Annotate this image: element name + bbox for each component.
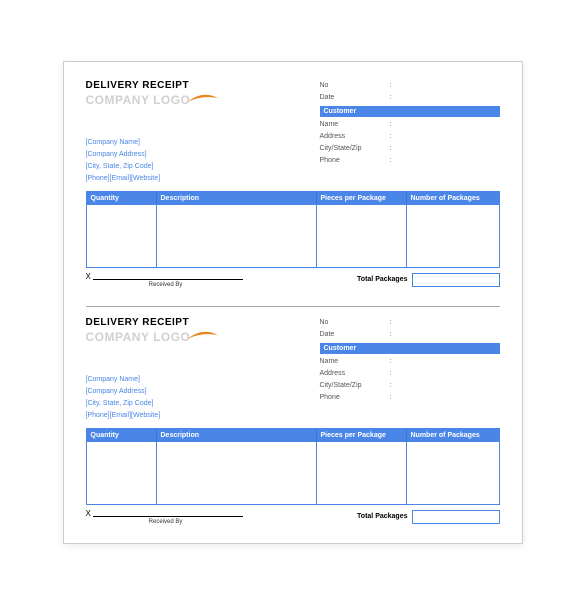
- signature-line: [93, 516, 243, 517]
- received-by-label: Received By: [86, 519, 246, 525]
- meta-phone: Phone :: [320, 392, 500, 404]
- company-logo: COMPANY LOGO: [86, 330, 221, 344]
- col-description: Description: [157, 429, 317, 442]
- meta-date: Date :: [320, 92, 500, 104]
- receipt-copy-2: DELIVERY RECEIPT COMPANY LOGO No : Date …: [86, 306, 500, 525]
- sign-x: X: [86, 272, 91, 281]
- document-page: DELIVERY RECEIPT COMPANY LOGO No : Date …: [63, 61, 523, 544]
- received-by-label: Received By: [86, 282, 246, 288]
- customer-header: Customer: [320, 106, 500, 117]
- table-header: Quantity Description Pieces per Package …: [87, 192, 499, 205]
- col-pieces: Pieces per Package: [317, 192, 407, 205]
- company-city: [City, State, Zip Code]: [86, 398, 161, 410]
- swoosh-icon: [186, 330, 220, 344]
- meta-name: Name :: [320, 119, 500, 131]
- col-quantity: Quantity: [87, 192, 157, 205]
- receipt-footer: X Received By Total Packages: [86, 272, 500, 288]
- meta-city: City/State/Zip :: [320, 380, 500, 392]
- company-name: [Company Name]: [86, 374, 161, 386]
- company-address: [Company Address]: [86, 149, 161, 161]
- meta-name: Name :: [320, 356, 500, 368]
- items-table: Quantity Description Pieces per Package …: [86, 428, 500, 505]
- company-info: [Company Name] [Company Address] [City, …: [86, 137, 161, 185]
- customer-header: Customer: [320, 343, 500, 354]
- receipt-title: DELIVERY RECEIPT: [86, 317, 221, 328]
- company-city: [City, State, Zip Code]: [86, 161, 161, 173]
- company-logo: COMPANY LOGO: [86, 93, 221, 107]
- logo-text: COMPANY LOGO: [86, 330, 191, 344]
- col-packages: Number of Packages: [407, 429, 499, 442]
- meta-address: Address :: [320, 131, 500, 143]
- meta-no: No :: [320, 317, 500, 329]
- receipt-copy-1: DELIVERY RECEIPT COMPANY LOGO No : Date …: [86, 80, 500, 288]
- total-label: Total Packages: [357, 513, 407, 520]
- col-packages: Number of Packages: [407, 192, 499, 205]
- company-info: [Company Name] [Company Address] [City, …: [86, 374, 161, 422]
- company-contact: [Phone][Email][Website]: [86, 410, 161, 422]
- col-pieces: Pieces per Package: [317, 429, 407, 442]
- col-description: Description: [157, 192, 317, 205]
- meta-address: Address :: [320, 368, 500, 380]
- table-body: [87, 205, 499, 267]
- meta-date: Date :: [320, 329, 500, 341]
- items-table: Quantity Description Pieces per Package …: [86, 191, 500, 268]
- meta-no: No :: [320, 80, 500, 92]
- table-header: Quantity Description Pieces per Package …: [87, 429, 499, 442]
- meta-city: City/State/Zip :: [320, 143, 500, 155]
- receipt-footer: X Received By Total Packages: [86, 509, 500, 525]
- sign-x: X: [86, 509, 91, 518]
- table-body: [87, 442, 499, 504]
- company-contact: [Phone][Email][Website]: [86, 173, 161, 185]
- col-quantity: Quantity: [87, 429, 157, 442]
- company-name: [Company Name]: [86, 137, 161, 149]
- swoosh-icon: [186, 93, 220, 107]
- company-address: [Company Address]: [86, 386, 161, 398]
- receipt-title: DELIVERY RECEIPT: [86, 80, 221, 91]
- total-label: Total Packages: [357, 276, 407, 283]
- total-box: [412, 273, 500, 287]
- signature-line: [93, 279, 243, 280]
- meta-phone: Phone :: [320, 155, 500, 167]
- logo-text: COMPANY LOGO: [86, 93, 191, 107]
- total-box: [412, 510, 500, 524]
